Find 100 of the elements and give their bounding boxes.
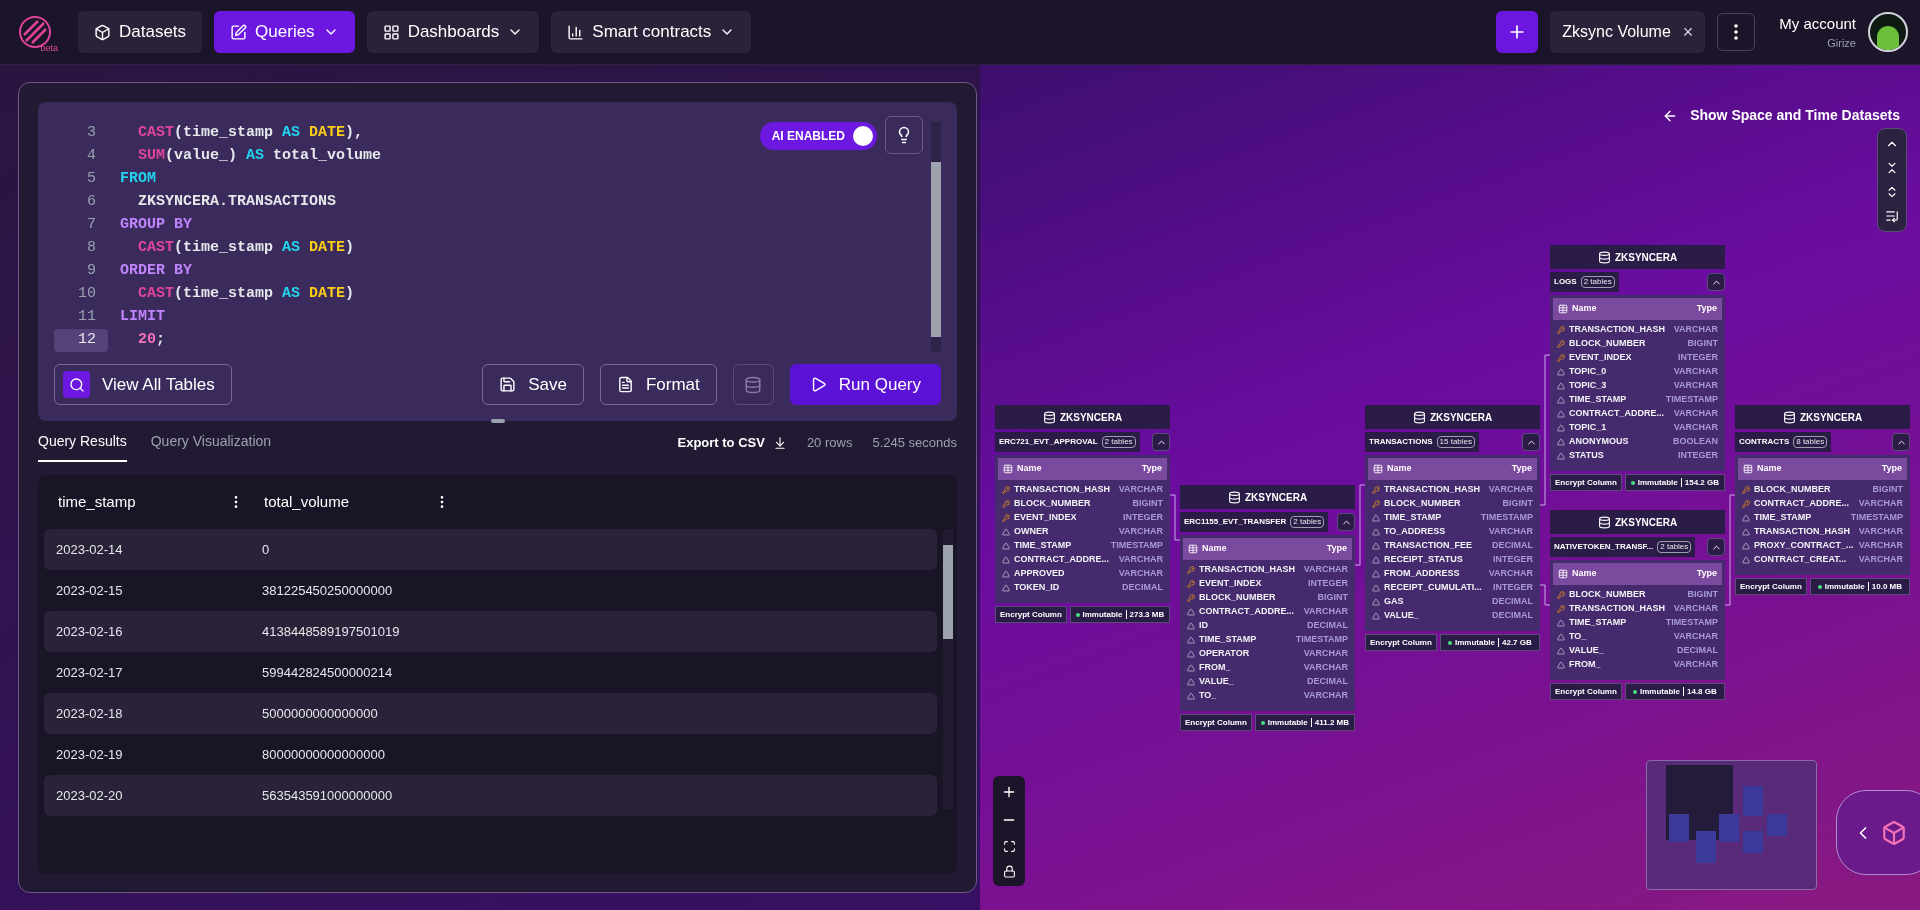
- column-type: VARCHAR: [1118, 525, 1163, 539]
- nav-tab[interactable]: Dashboards: [366, 11, 540, 53]
- nav-tab[interactable]: Datasets: [78, 11, 203, 53]
- row-count: 20 rows: [806, 433, 853, 452]
- column-type: INTEGER: [1493, 581, 1533, 595]
- column-type: TIMESTAMP: [1665, 616, 1718, 630]
- database-header[interactable]: ZKSYNCERA: [995, 405, 1170, 429]
- zoom-in-icon[interactable]: [1001, 784, 1017, 800]
- database-header[interactable]: ZKSYNCERA: [1550, 510, 1725, 534]
- logo[interactable]: beta: [12, 9, 58, 55]
- query-tab[interactable]: Zksync Volume ×: [1550, 11, 1706, 53]
- results-tab[interactable]: Query Results: [38, 431, 127, 462]
- nav-tab[interactable]: Queries: [214, 11, 355, 53]
- table-title-bar[interactable]: CONTRACTS 8 tables: [1735, 432, 1832, 452]
- datasets-drawer-button[interactable]: [1836, 790, 1920, 875]
- column-name: TIME_STAMP: [1199, 633, 1258, 647]
- table-title-bar[interactable]: TRANSACTIONS 15 tables: [1365, 432, 1480, 452]
- column-name: ID: [1199, 619, 1209, 633]
- storage-label: Immutable 14.8 GB: [1624, 683, 1725, 700]
- export-csv-button[interactable]: Export to CSV: [677, 432, 787, 461]
- save-button[interactable]: Save: [482, 364, 584, 405]
- account-title[interactable]: My account: [1779, 12, 1856, 35]
- database-header[interactable]: ZKSYNCERA: [1180, 485, 1355, 509]
- run-query-button[interactable]: Run Query: [789, 364, 941, 405]
- more-button[interactable]: [1717, 13, 1756, 51]
- lock-icon[interactable]: [1002, 865, 1016, 878]
- column-type: DECIMAL: [1492, 595, 1533, 609]
- fit-view-icon[interactable]: [1002, 840, 1016, 853]
- table-name: NATIVETOKEN_TRANSF...: [1554, 541, 1654, 553]
- column-name: TOKEN_ID: [1014, 581, 1061, 595]
- table-icon: [1558, 569, 1568, 579]
- type-header: Type: [1696, 567, 1717, 581]
- encrypt-column-button[interactable]: Encrypt Column: [1550, 683, 1622, 700]
- column-type: BIGINT: [1132, 497, 1163, 511]
- scrollbar[interactable]: [943, 529, 953, 809]
- column-name: TOPIC_3: [1569, 379, 1608, 393]
- encrypt-column-button[interactable]: Encrypt Column: [1735, 578, 1807, 595]
- results-tab[interactable]: Query Visualization: [150, 431, 272, 462]
- show-datasets-button[interactable]: Show Space and Time Datasets: [1662, 105, 1900, 126]
- column-type: VARCHAR: [1303, 661, 1348, 675]
- column-type: DECIMAL: [1492, 539, 1533, 553]
- database-button[interactable]: [732, 364, 774, 405]
- table-count-badge: 8 tables: [1793, 436, 1828, 448]
- column-name: TRANSACTION_FEE: [1384, 539, 1473, 553]
- collapse-button[interactable]: [1522, 433, 1540, 451]
- collapse-button[interactable]: [1892, 433, 1910, 451]
- column-name: TO_ADDRESS: [1384, 525, 1447, 539]
- save-icon: [499, 376, 517, 393]
- add-button[interactable]: [1496, 11, 1539, 53]
- table-title-bar[interactable]: LOGS 2 tables: [1550, 272, 1619, 292]
- column-type: INTEGER: [1493, 553, 1533, 567]
- column-type: INTEGER: [1123, 511, 1163, 525]
- collapse-button[interactable]: [1337, 513, 1355, 531]
- nav-tab[interactable]: Smart contracts: [551, 11, 752, 53]
- table-title-bar[interactable]: ERC1155_EVT_TRANSFER 2 tables: [1180, 512, 1329, 532]
- key-icon: [1187, 580, 1195, 588]
- close-button[interactable]: ×: [1682, 18, 1694, 46]
- hint-button[interactable]: [885, 116, 923, 154]
- database-header[interactable]: ZKSYNCERA: [1365, 405, 1540, 429]
- column-name: FROM_ADDRESS: [1384, 567, 1461, 581]
- table-title-bar[interactable]: ERC721_EVT_APPROVAL 2 tables: [995, 432, 1140, 452]
- database-header[interactable]: ZKSYNCERA: [1550, 245, 1725, 269]
- line-number: 9: [86, 261, 97, 282]
- database-icon: [1412, 410, 1426, 424]
- code-line: CAST(time_stamp AS DATE): [137, 284, 355, 305]
- resize-handle[interactable]: [490, 419, 505, 423]
- column-header[interactable]: total_volume: [264, 490, 350, 514]
- encrypt-column-button[interactable]: Encrypt Column: [1365, 634, 1437, 651]
- column-name: GAS: [1384, 595, 1405, 609]
- column-header[interactable]: time_stamp: [58, 490, 136, 514]
- wrap-icon[interactable]: [1885, 209, 1899, 223]
- column-type: DECIMAL: [1122, 581, 1163, 595]
- column-type: BIGINT: [1872, 483, 1903, 497]
- column-type: VARCHAR: [1303, 605, 1348, 619]
- table-cell-text: 563543591000000000: [262, 786, 394, 805]
- collapse-button[interactable]: [1707, 538, 1725, 556]
- table-title-bar[interactable]: NATIVETOKEN_TRANSF... 2 tables: [1550, 537, 1696, 557]
- column-type: VARCHAR: [1858, 525, 1903, 539]
- scrollbar[interactable]: [931, 122, 941, 352]
- collapse-button[interactable]: [1707, 273, 1725, 291]
- collapse-button[interactable]: [1152, 433, 1170, 451]
- column-name: FROM_: [1569, 658, 1602, 672]
- code-line: CAST(time_stamp AS DATE): [137, 238, 355, 259]
- table-cell-text: 2023-02-20: [56, 786, 124, 805]
- minimap[interactable]: [1646, 760, 1817, 890]
- column-type: VARCHAR: [1488, 483, 1533, 497]
- collapse-all-icon[interactable]: [1885, 161, 1899, 175]
- view-all-tables-button[interactable]: View All Tables: [54, 364, 232, 405]
- column-name: FROM_: [1199, 661, 1232, 675]
- query-tab-label: Zksync Volume: [1562, 22, 1671, 42]
- avatar[interactable]: [1868, 12, 1908, 52]
- column-name: BLOCK_NUMBER: [1754, 483, 1832, 497]
- ai-toggle[interactable]: AI ENABLED: [759, 122, 877, 150]
- format-button[interactable]: Format: [599, 364, 717, 405]
- encrypt-column-button[interactable]: Encrypt Column: [1180, 714, 1252, 731]
- column-type: VARCHAR: [1673, 630, 1718, 644]
- name-header: Name: [1572, 567, 1597, 581]
- encrypt-column-button[interactable]: Encrypt Column: [1550, 474, 1622, 491]
- encrypt-column-button[interactable]: Encrypt Column: [995, 606, 1067, 623]
- database-header[interactable]: ZKSYNCERA: [1735, 405, 1910, 429]
